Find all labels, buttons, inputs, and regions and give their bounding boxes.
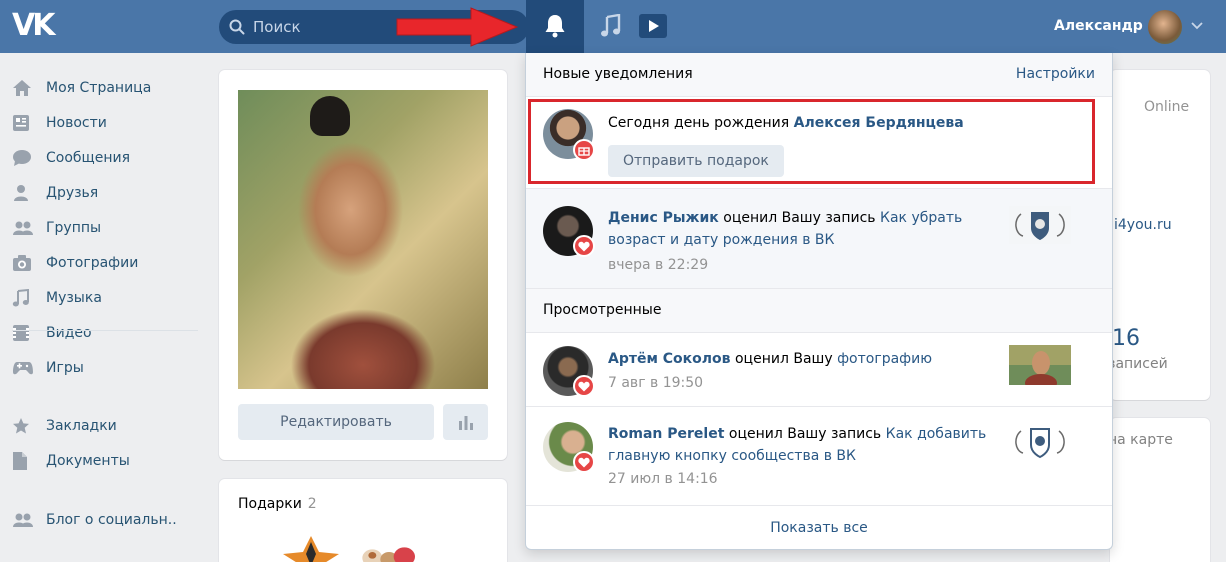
sidebar-item-blog[interactable]: Блог о социальн.. bbox=[12, 509, 177, 531]
section-title: Новые уведомления bbox=[543, 66, 693, 82]
sidebar-item-photos[interactable]: Фотографии bbox=[12, 252, 138, 274]
messages-icon bbox=[12, 148, 34, 168]
friends-icon bbox=[12, 183, 34, 203]
notification-text: Артём Соколов оценил Вашу фотографию bbox=[608, 351, 933, 367]
video-icon bbox=[12, 323, 34, 343]
profile-photo[interactable] bbox=[238, 90, 488, 389]
user-name-link[interactable]: Денис Рыжик bbox=[608, 210, 719, 226]
notification-like-photo[interactable]: Артём Соколов оценил Вашу фотографию 7 а… bbox=[526, 333, 1112, 407]
online-status: Online bbox=[1144, 99, 1190, 115]
news-icon bbox=[12, 113, 34, 133]
user-name[interactable]: Александр bbox=[1054, 18, 1143, 34]
website-link[interactable]: i4you.ru bbox=[1114, 217, 1172, 233]
new-notifications-header: Новые уведомления Настройки bbox=[526, 53, 1112, 97]
gamepad-icon bbox=[12, 358, 34, 378]
section-title: Просмотренные bbox=[543, 302, 662, 318]
notification-like-post[interactable]: Roman Perelet оценил Вашу запись Как доб… bbox=[526, 407, 1112, 505]
sidebar-item-label: Видео bbox=[46, 325, 92, 341]
posts-label: записей bbox=[1108, 356, 1168, 372]
settings-link[interactable]: Настройки bbox=[1016, 66, 1095, 82]
star-icon bbox=[12, 416, 34, 436]
gifts-title[interactable]: Подарки 2 bbox=[238, 496, 317, 512]
map-label[interactable]: на карте bbox=[1108, 432, 1173, 448]
groups-icon bbox=[12, 218, 34, 238]
sidebar-item-groups[interactable]: Группы bbox=[12, 217, 101, 239]
edit-profile-button[interactable]: Редактировать bbox=[238, 404, 434, 440]
bar-chart-icon bbox=[459, 416, 473, 430]
bell-icon bbox=[545, 15, 565, 38]
notification-time: 27 июл в 14:16 bbox=[608, 471, 718, 487]
photo-thumbnail[interactable] bbox=[1009, 345, 1071, 385]
sidebar-item-messages[interactable]: Сообщения bbox=[12, 147, 130, 169]
top-header: VK Александр bbox=[0, 0, 1226, 53]
sidebar-item-label: Новости bbox=[46, 115, 107, 131]
like-badge bbox=[573, 375, 595, 397]
post-link[interactable]: главную кнопку сообщества в ВК bbox=[608, 448, 856, 464]
notifications-button[interactable] bbox=[526, 0, 584, 53]
show-all-link[interactable]: Показать все bbox=[526, 505, 1112, 549]
sidebar-item-my-page[interactable]: Моя Страница bbox=[12, 77, 151, 99]
document-icon bbox=[12, 451, 34, 471]
notification-like[interactable]: Денис Рыжик оценил Вашу запись Как убрат… bbox=[526, 189, 1112, 289]
sidebar-item-video[interactable]: Видео bbox=[12, 322, 92, 344]
red-arrow-annotation bbox=[396, 7, 519, 47]
vk-logo[interactable]: VK bbox=[12, 10, 56, 42]
sidebar-item-label: Фотографии bbox=[46, 255, 139, 271]
gift-image[interactable] bbox=[281, 534, 341, 562]
highlight-box-annotation bbox=[528, 99, 1095, 184]
heart-icon bbox=[578, 457, 590, 467]
heart-icon bbox=[578, 381, 590, 391]
sidebar-item-label: Музыка bbox=[46, 290, 102, 306]
notification-time: 7 авг в 19:50 bbox=[608, 375, 704, 391]
home-icon bbox=[12, 78, 34, 98]
statistics-button[interactable] bbox=[443, 404, 488, 440]
community-icon bbox=[12, 510, 34, 530]
sidebar-item-label: Моя Страница bbox=[46, 80, 152, 96]
post-link[interactable]: Как добавить bbox=[886, 426, 987, 442]
heart-icon bbox=[578, 241, 590, 251]
notification-time: вчера в 22:29 bbox=[608, 257, 709, 273]
post-link[interactable]: Как убрать bbox=[880, 210, 962, 226]
sidebar-item-friends[interactable]: Друзья bbox=[12, 182, 98, 204]
sidebar-item-label: Друзья bbox=[46, 185, 99, 201]
search-icon bbox=[229, 19, 245, 35]
camera-icon bbox=[12, 253, 34, 273]
profile-photo-card: Редактировать bbox=[219, 70, 507, 460]
notification-text: Roman Perelet оценил Вашу запись Как доб… bbox=[608, 426, 987, 464]
post-link[interactable]: возраст и дату рождения в ВК bbox=[608, 232, 834, 248]
notification-text: Денис Рыжик оценил Вашу запись Как убрат… bbox=[608, 210, 963, 248]
sidebar-divider bbox=[12, 330, 198, 331]
sidebar-item-label: Документы bbox=[46, 453, 130, 469]
music-icon bbox=[12, 288, 34, 308]
user-name-link[interactable]: Артём Соколов bbox=[608, 351, 731, 367]
like-badge bbox=[573, 451, 595, 473]
sidebar-item-label: Группы bbox=[46, 220, 102, 236]
gift-image[interactable] bbox=[359, 534, 419, 562]
photo-link[interactable]: фотографию bbox=[837, 351, 932, 367]
sidebar-item-documents[interactable]: Документы bbox=[12, 450, 130, 472]
music-icon[interactable] bbox=[600, 14, 622, 38]
sidebar-item-label: Игры bbox=[46, 360, 84, 376]
post-thumbnail[interactable] bbox=[1009, 206, 1071, 244]
sidebar-item-label: Сообщения bbox=[46, 150, 131, 166]
user-avatar[interactable] bbox=[1148, 10, 1182, 44]
like-badge bbox=[573, 235, 595, 257]
viewed-header: Просмотренные bbox=[526, 289, 1112, 333]
sidebar-item-label: Блог о социальн.. bbox=[46, 512, 177, 528]
chevron-down-icon[interactable] bbox=[1191, 22, 1203, 30]
sidebar-item-news[interactable]: Новости bbox=[12, 112, 107, 134]
sidebar-item-games[interactable]: Игры bbox=[12, 357, 84, 379]
post-thumbnail[interactable] bbox=[1009, 423, 1071, 461]
posts-count[interactable]: 16 bbox=[1112, 326, 1140, 351]
user-name-link[interactable]: Roman Perelet bbox=[608, 426, 724, 442]
gifts-card: Подарки 2 bbox=[219, 479, 507, 562]
sidebar-item-bookmarks[interactable]: Закладки bbox=[12, 415, 117, 437]
sidebar-item-label: Закладки bbox=[46, 418, 117, 434]
sidebar-item-music[interactable]: Музыка bbox=[12, 287, 102, 309]
video-play-icon[interactable] bbox=[638, 13, 668, 39]
